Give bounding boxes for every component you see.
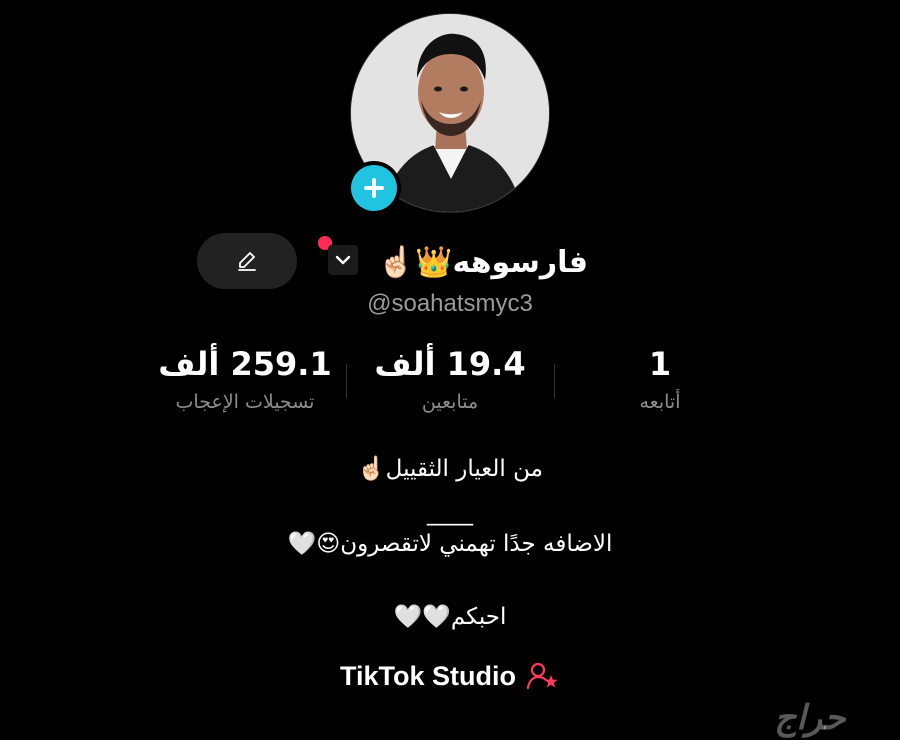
- edit-profile-button[interactable]: [197, 233, 297, 289]
- stat-divider: [346, 364, 347, 398]
- tiktok-studio-link[interactable]: TikTok Studio: [300, 656, 600, 696]
- stat-likes-label: تسجيلات الإعجاب: [175, 391, 315, 413]
- stat-following-label: أتابعه: [639, 391, 681, 413]
- stat-followers[interactable]: 19.4 ألف متابعين: [355, 345, 545, 413]
- bio-line: احبكم🤍🤍: [393, 604, 507, 630]
- profile-avatar-container: [347, 13, 550, 215]
- creator-star-icon: [526, 662, 558, 690]
- add-avatar-button[interactable]: [347, 161, 401, 215]
- chevron-down-icon: [335, 255, 351, 265]
- add-avatar-button-bg: [351, 165, 397, 211]
- stat-followers-label: متابعين: [421, 391, 479, 413]
- stat-likes-value: 259.1 ألف: [158, 345, 332, 383]
- stat-following[interactable]: 1 أتابعه: [590, 345, 730, 413]
- bio-line: من العيار الثقييل☝🏻: [357, 456, 543, 482]
- stat-followers-value: 19.4 ألف: [374, 345, 526, 383]
- display-name: فارسوهه 👑☝🏻: [368, 238, 588, 286]
- stat-following-value: 1: [648, 345, 672, 383]
- stat-divider: [554, 364, 555, 398]
- watermark-logo: حراج: [774, 698, 846, 738]
- tiktok-studio-label: TikTok Studio: [339, 660, 516, 691]
- account-switch-button[interactable]: [328, 245, 358, 275]
- display-name-emojis: 👑☝🏻: [377, 244, 453, 280]
- stat-likes[interactable]: 259.1 ألف تسجيلات الإعجاب: [140, 345, 350, 413]
- bio-line: ____: [427, 500, 473, 526]
- pencil-icon: [238, 252, 256, 271]
- bio-line: الاضافه جدًا تهمني لاتقصرون😍🤍: [287, 531, 613, 557]
- username-handle: @soahatsmyc3: [367, 290, 533, 317]
- plus-icon: [364, 178, 384, 198]
- display-name-text: فارسوهه: [452, 244, 588, 280]
